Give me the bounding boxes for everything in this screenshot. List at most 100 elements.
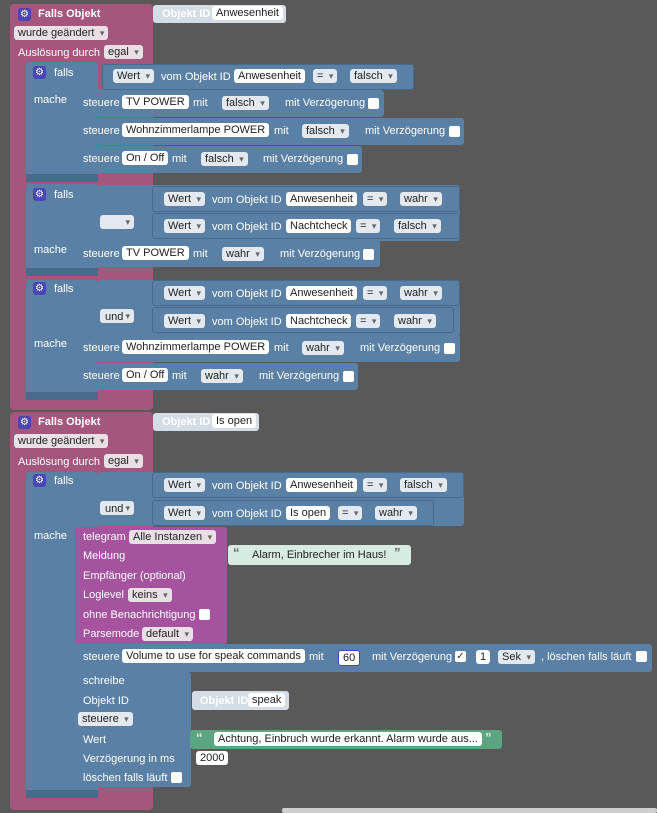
event-1-objid-value[interactable]: Anwesenheit <box>212 6 283 20</box>
compare-3b-obj[interactable]: Nachtcheck <box>286 314 352 328</box>
write-objid: Objekt ID <box>83 695 129 707</box>
action-3-2-mit: mit <box>172 370 187 382</box>
action-3-2-obj[interactable]: On / Off <box>122 368 169 382</box>
event-1-objid-label: Objekt ID <box>162 8 211 20</box>
if-2-bottom <box>26 268 98 276</box>
compare-4b-wert[interactable]: Wert <box>164 506 206 520</box>
event-2-objid-value[interactable]: Is open <box>212 414 257 428</box>
write-delay-label: Verzögerung in ms <box>83 753 175 765</box>
compare-2b-val[interactable]: falsch <box>394 219 441 233</box>
compare-3a-op[interactable]: = <box>363 286 388 300</box>
event-2-trigger-dropdown[interactable]: egal <box>104 454 143 468</box>
compare-3a-wert[interactable]: Wert <box>164 286 206 300</box>
action-3-1-checkbox[interactable] <box>444 343 455 354</box>
gear-icon[interactable]: ⚙ <box>33 474 46 487</box>
compare-1-val[interactable]: falsch <box>350 69 397 83</box>
compare-4b-val[interactable]: wahr <box>375 506 417 520</box>
compare-4a-val[interactable]: falsch <box>400 478 447 492</box>
action-1-2-mit: mit <box>274 125 289 137</box>
if-4-mache: mache <box>34 530 68 542</box>
action-2-1-checkbox[interactable] <box>363 249 374 260</box>
compare-3b-wert[interactable]: Wert <box>164 314 206 328</box>
action-1-2-val[interactable]: falsch <box>302 124 349 138</box>
action-1-2-obj[interactable]: Wohnzimmerlampe POWER <box>122 123 270 137</box>
speak-delay-checkbox[interactable]: ✓ <box>455 651 466 662</box>
telegram-loglevel-dropdown[interactable]: keins <box>128 588 172 602</box>
compare-2a-op[interactable]: = <box>363 192 388 206</box>
if-1-falls: falls <box>54 67 74 79</box>
compare-2a-vom: vom Objekt ID <box>212 194 282 206</box>
compare-2a-obj[interactable]: Anwesenheit <box>286 192 357 206</box>
speak-mit: mit <box>309 651 324 663</box>
telegram-message-text[interactable]: Alarm, Einbrecher im Haus! <box>252 548 387 562</box>
gear-icon[interactable]: ⚙ <box>33 282 46 295</box>
horizontal-scrollbar[interactable] <box>282 808 657 813</box>
speak-obj[interactable]: Volume to use for speak commands <box>122 649 305 663</box>
action-1-3-val[interactable]: falsch <box>201 152 248 166</box>
speak-delay-label: mit Verzögerung <box>372 651 453 663</box>
telegram-loglevel-label: Loglevel <box>83 589 124 601</box>
compare-3a-obj[interactable]: Anwesenheit <box>286 286 357 300</box>
compare-2a-wert[interactable]: Wert <box>164 192 206 206</box>
action-3-2-checkbox[interactable] <box>343 371 354 382</box>
compare-4a-vom: vom Objekt ID <box>212 480 282 492</box>
compare-4a-obj[interactable]: Anwesenheit <box>286 478 357 492</box>
action-1-3-obj[interactable]: On / Off <box>122 151 169 165</box>
telegram-ohne-checkbox[interactable] <box>199 609 210 620</box>
compare-3b-val[interactable]: wahr <box>394 314 436 328</box>
action-3-2-delay: mit Verzögerung <box>259 370 340 382</box>
gear-icon[interactable]: ⚙ <box>33 66 46 79</box>
action-1-2-steuere: steuere <box>83 125 120 137</box>
write-clear-checkbox[interactable] <box>171 772 182 783</box>
and-2-dd[interactable] <box>100 215 134 229</box>
action-2-1-val[interactable]: wahr <box>222 247 264 261</box>
action-1-2-checkbox[interactable] <box>449 126 460 137</box>
gear-icon[interactable]: ⚙ <box>18 8 31 21</box>
event-1-changed-dropdown[interactable]: wurde geändert <box>14 26 109 40</box>
write-delay-value[interactable]: 2000 <box>196 751 229 765</box>
compare-2b-wert[interactable]: Wert <box>164 219 206 233</box>
speak-steuere-label: steuere <box>83 651 120 663</box>
action-3-1-obj[interactable]: Wohnzimmerlampe POWER <box>122 340 270 354</box>
gear-icon[interactable]: ⚙ <box>18 416 31 429</box>
speak-clear-checkbox[interactable] <box>636 651 647 662</box>
compare-1-op[interactable]: = <box>313 69 338 83</box>
action-1-2-delay: mit Verzögerung <box>365 125 446 137</box>
write-block[interactable] <box>75 672 191 787</box>
compare-2a-val[interactable]: wahr <box>400 192 442 206</box>
action-1-1-obj[interactable]: TV POWER <box>122 95 189 109</box>
write-text-value[interactable]: Achtung, Einbruch wurde erkannt. Alarm w… <box>214 732 482 746</box>
event-2-changed-dropdown[interactable]: wurde geändert <box>14 434 109 448</box>
blockly-workspace[interactable]: ⚙ Falls Objekt Objekt ID Anwesenheit wur… <box>0 0 657 813</box>
write-mode-dropdown[interactable]: steuere <box>78 712 133 726</box>
action-1-1-val[interactable]: falsch <box>222 96 269 110</box>
compare-4a-op[interactable]: = <box>363 478 388 492</box>
compare-4b-op[interactable]: = <box>338 506 363 520</box>
compare-1-wert-dropdown[interactable]: Wert <box>113 69 155 83</box>
compare-2b-obj[interactable]: Nachtcheck <box>286 219 352 233</box>
compare-4a-wert[interactable]: Wert <box>164 478 206 492</box>
telegram-empfaenger-label: Empfänger (optional) <box>83 570 186 582</box>
event-1-trigger-dropdown[interactable]: egal <box>104 45 143 59</box>
action-3-2-steuere: steuere <box>83 370 120 382</box>
telegram-parsemode-dropdown[interactable]: default <box>142 627 194 641</box>
quote-open-icon: “ <box>233 545 240 560</box>
action-3-2-val[interactable]: wahr <box>201 369 243 383</box>
telegram-ohne-label: ohne Benachrichtigung <box>83 609 196 621</box>
compare-2b-op[interactable]: = <box>356 219 381 233</box>
action-2-1-obj[interactable]: TV POWER <box>122 246 189 260</box>
telegram-parsemode-label: Parsemode <box>83 628 140 640</box>
speak-value[interactable]: 60 <box>338 650 361 666</box>
compare-4b-obj[interactable]: Is open <box>286 506 331 520</box>
compare-3b-op[interactable]: = <box>356 314 381 328</box>
compare-3a-val[interactable]: wahr <box>400 286 442 300</box>
action-1-1-checkbox[interactable] <box>368 98 379 109</box>
write-objid-value[interactable]: speak <box>248 693 286 707</box>
compare-1-obj[interactable]: Anwesenheit <box>234 69 305 83</box>
gear-icon[interactable]: ⚙ <box>33 188 46 201</box>
action-1-3-checkbox[interactable] <box>347 154 358 165</box>
telegram-instance-dropdown[interactable]: Alle Instanzen <box>129 530 217 544</box>
speak-unit-dropdown[interactable]: Sek <box>498 650 535 664</box>
speak-delay-number[interactable]: 1 <box>476 650 491 664</box>
action-3-1-val[interactable]: wahr <box>302 341 344 355</box>
